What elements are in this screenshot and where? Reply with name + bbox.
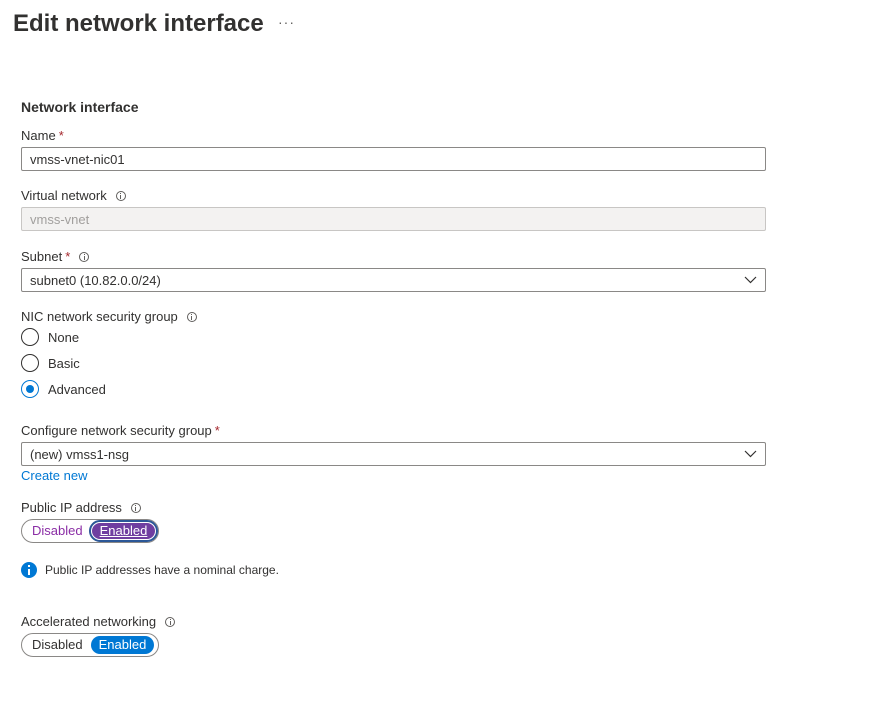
toggle-disabled-option[interactable]: Disabled: [24, 522, 91, 540]
nsg-label: NIC network security group: [21, 309, 197, 324]
section-title: Network interface: [21, 99, 139, 115]
radio-label: Advanced: [48, 381, 106, 397]
toggle-enabled-option[interactable]: Enabled: [88, 520, 159, 542]
required-asterisk: *: [58, 128, 64, 143]
name-input[interactable]: [21, 147, 766, 171]
info-icon[interactable]: [165, 616, 176, 627]
accelerated-networking-label: Accelerated networking: [21, 614, 176, 629]
virtual-network-field: vmss-vnet: [21, 207, 766, 231]
info-icon[interactable]: [79, 251, 90, 262]
radio-button[interactable]: [21, 328, 39, 346]
name-label: Name *: [21, 128, 64, 143]
info-icon[interactable]: [130, 502, 141, 513]
public-ip-toggle: Disabled Enabled: [21, 519, 159, 543]
subnet-selected: subnet0 (10.82.0.0/24): [30, 272, 161, 288]
virtual-network-label: Virtual network: [21, 188, 126, 203]
chevron-down-icon: [743, 275, 757, 285]
virtual-network-value: vmss-vnet: [30, 211, 90, 227]
radio-label: None: [48, 329, 80, 345]
create-new-link[interactable]: Create new: [21, 468, 87, 483]
required-asterisk: *: [65, 249, 71, 264]
nsg-option-advanced[interactable]: Advanced: [21, 380, 106, 398]
configure-nsg-label-text: Configure network security group: [21, 423, 212, 438]
info-icon[interactable]: [186, 311, 197, 322]
toggle-enabled-option[interactable]: Enabled: [90, 636, 155, 654]
configure-nsg-dropdown[interactable]: (new) vmss1-nsg: [21, 442, 766, 466]
page-title: Edit network interface: [13, 10, 264, 37]
subnet-dropdown[interactable]: subnet0 (10.82.0.0/24): [21, 268, 766, 292]
toggle-disabled-option[interactable]: Disabled: [24, 636, 91, 654]
configure-nsg-label: Configure network security group *: [21, 423, 220, 438]
public-ip-label: Public IP address: [21, 500, 141, 515]
required-asterisk: *: [214, 423, 220, 438]
accelerated-networking-label-text: Accelerated networking: [21, 614, 157, 629]
radio-label: Basic: [48, 355, 80, 371]
name-label-text: Name: [21, 128, 56, 143]
accelerated-networking-toggle: Disabled Enabled: [21, 633, 159, 657]
nsg-option-basic[interactable]: Basic: [21, 354, 80, 372]
chevron-down-icon: [743, 449, 757, 459]
info-icon[interactable]: [115, 190, 126, 201]
more-icon[interactable]: ···: [278, 14, 295, 30]
virtual-network-label-text: Virtual network: [21, 188, 107, 203]
info-icon: [21, 562, 37, 578]
radio-button[interactable]: [21, 380, 39, 398]
nsg-label-text: NIC network security group: [21, 309, 178, 324]
nsg-option-none[interactable]: None: [21, 328, 79, 346]
public-ip-label-text: Public IP address: [21, 500, 122, 515]
subnet-label-text: Subnet: [21, 249, 63, 264]
configure-nsg-selected: (new) vmss1-nsg: [30, 446, 129, 462]
radio-button[interactable]: [21, 354, 39, 372]
notice-text: Public IP addresses have a nominal charg…: [45, 563, 279, 577]
public-ip-notice: Public IP addresses have a nominal charg…: [21, 562, 279, 578]
subnet-label: Subnet *: [21, 249, 90, 264]
